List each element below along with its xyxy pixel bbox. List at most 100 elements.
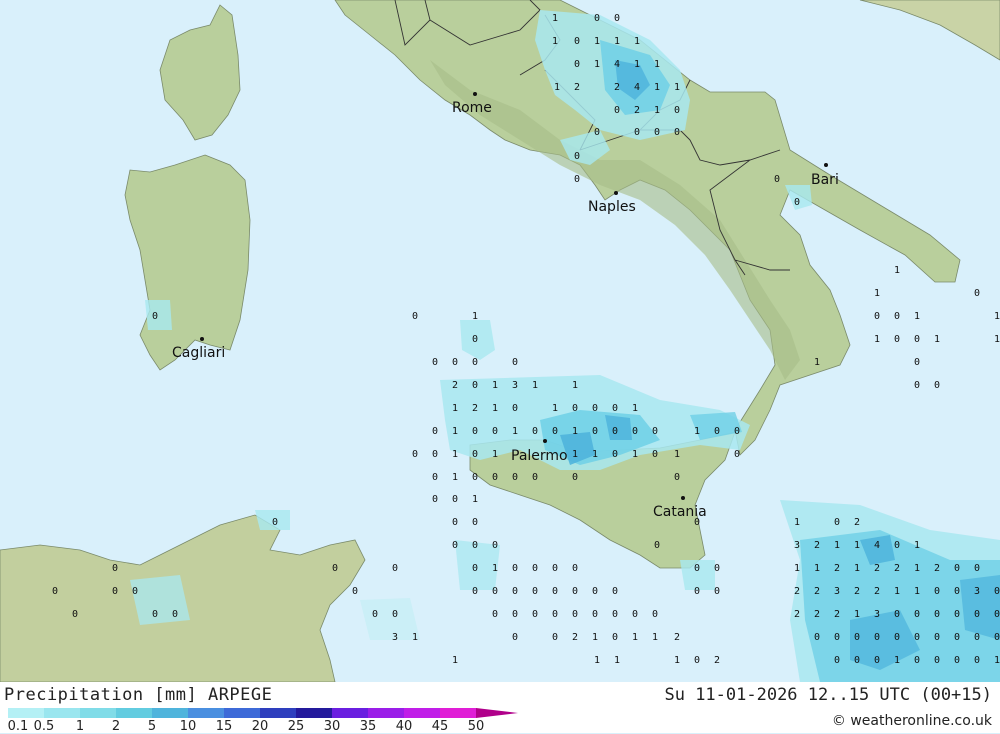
station-value: 0 [612,586,618,597]
station-value: 1 [654,59,660,70]
station-value: 0 [894,632,900,643]
station-value: 0 [572,472,578,483]
station-value: 0 [954,586,960,597]
precipitation-map: Rome Naples Bari Cagliari Palermo Catani… [0,0,1000,682]
station-value: 2 [854,586,860,597]
station-value: 0 [834,632,840,643]
station-value: 1 [632,403,638,414]
station-value: 0 [452,494,458,505]
city-naples: Naples [588,199,636,215]
station-value: 0 [894,334,900,345]
legend-swatch [332,708,368,718]
station-value: 2 [634,105,640,116]
city-cagliari: Cagliari [172,345,225,361]
station-value: 0 [774,174,780,185]
station-value: 1 [594,36,600,47]
station-value: 1 [894,586,900,597]
station-value: 2 [834,563,840,574]
station-value: 1 [554,82,560,93]
station-value: 1 [914,540,920,551]
station-value: 0 [834,517,840,528]
station-value: 0 [714,426,720,437]
station-value: 0 [734,449,740,460]
legend-arrow [476,708,518,718]
station-value: 0 [914,655,920,666]
station-value: 0 [874,311,880,322]
station-value: 0 [532,563,538,574]
station-value: 0 [352,586,358,597]
station-value: 1 [532,380,538,391]
station-value: 1 [572,380,578,391]
station-value: 1 [854,540,860,551]
station-value: 0 [612,426,618,437]
station-value: 0 [652,426,658,437]
station-value: 0 [632,609,638,620]
station-value: 2 [614,82,620,93]
station-value: 0 [974,288,980,299]
legend-swatch [260,708,296,718]
station-value: 0 [512,563,518,574]
station-value: 0 [492,472,498,483]
station-value: 0 [614,105,620,116]
station-value: 0 [572,563,578,574]
station-value: 0 [914,357,920,368]
station-value: 4 [874,540,880,551]
station-value: 1 [632,632,638,643]
station-value: 0 [472,563,478,574]
station-value: 0 [52,586,58,597]
station-value: 1 [452,472,458,483]
station-value: 2 [794,609,800,620]
station-value: 0 [894,609,900,620]
station-value: 0 [652,609,658,620]
station-value: 0 [472,380,478,391]
station-value: 0 [552,563,558,574]
station-value: 2 [814,540,820,551]
station-value: 0 [512,472,518,483]
station-value: 0 [834,655,840,666]
station-value: 0 [974,632,980,643]
station-value: 0 [492,586,498,597]
station-value: 2 [714,655,720,666]
legend-tick: 5 [147,719,157,734]
station-value: 0 [492,609,498,620]
station-value: 1 [814,563,820,574]
station-value: 0 [152,311,158,322]
station-value: 1 [552,403,558,414]
station-value: 1 [654,105,660,116]
legend-tick: 20 [251,719,269,734]
station-value: 2 [854,517,860,528]
station-value: 0 [694,563,700,574]
land-sardinia [124,154,251,371]
station-value: 0 [634,127,640,138]
station-value: 0 [552,586,558,597]
station-value: 1 [572,449,578,460]
city-bari: Bari [811,172,839,188]
station-value: 0 [472,472,478,483]
station-value: 0 [934,586,940,597]
station-value: 0 [432,472,438,483]
station-value: 0 [974,563,980,574]
station-value: 4 [614,59,620,70]
station-value: 0 [592,403,598,414]
station-value: 0 [412,311,418,322]
station-value: 0 [392,563,398,574]
station-value: 0 [552,426,558,437]
legend-swatch [224,708,260,718]
credit-link[interactable]: © weatheronline.co.uk [832,713,992,729]
station-value: 1 [492,403,498,414]
station-value: 0 [654,540,660,551]
station-value: 0 [574,151,580,162]
station-value: 0 [432,426,438,437]
station-value: 0 [432,357,438,368]
station-value: 1 [914,563,920,574]
legend-swatch [152,708,188,718]
legend-tick: 45 [431,719,449,734]
legend-tick: 25 [287,719,305,734]
station-value: 2 [674,632,680,643]
station-value: 0 [592,609,598,620]
station-value: 0 [874,632,880,643]
station-value: 1 [894,655,900,666]
station-value: 0 [532,426,538,437]
station-value: 0 [894,540,900,551]
station-value: 2 [814,586,820,597]
